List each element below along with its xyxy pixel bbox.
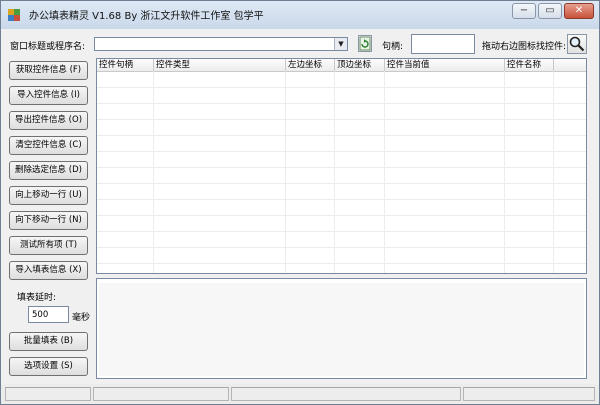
column-header-left[interactable]: 左边坐标 xyxy=(286,59,335,71)
get-control-info-button[interactable]: 获取控件信息 (F) xyxy=(9,61,88,80)
log-panel[interactable] xyxy=(96,278,587,379)
import-control-info-button[interactable]: 导入控件信息 (I) xyxy=(9,86,88,105)
row-divider xyxy=(97,215,586,216)
column-divider xyxy=(384,71,385,273)
app-logo-icon xyxy=(8,9,20,21)
fill-delay-value: 500 xyxy=(32,310,49,320)
column-divider xyxy=(153,71,154,273)
import-fill-info-button[interactable]: 导入填表信息 (X) xyxy=(9,261,88,280)
handle-label: 句柄: xyxy=(382,42,404,52)
status-segment-3 xyxy=(231,387,461,401)
row-divider xyxy=(97,231,586,232)
column-divider xyxy=(504,71,505,273)
column-header-handle[interactable]: 控件句柄 xyxy=(97,59,154,71)
window-title: 办公填表精灵 V1.68 By 浙江文升软件工作室 包学平 xyxy=(29,11,264,22)
control-info-table[interactable]: 控件句柄 控件类型 左边坐标 顶边坐标 控件当前值 控件名称 xyxy=(96,58,587,274)
status-segment-2 xyxy=(93,387,229,401)
fill-delay-label: 填表延时: xyxy=(17,293,57,303)
row-divider xyxy=(97,263,586,264)
clear-control-info-button[interactable]: 清空控件信息 (C) xyxy=(9,136,88,155)
log-panel-area xyxy=(99,283,584,376)
batch-fill-button[interactable]: 批量填表 (B) xyxy=(9,332,88,351)
column-divider xyxy=(334,71,335,273)
minimize-button[interactable]: − xyxy=(512,3,536,19)
row-divider xyxy=(97,151,586,152)
column-header-type[interactable]: 控件类型 xyxy=(154,59,286,71)
row-divider xyxy=(97,183,586,184)
row-divider xyxy=(97,167,586,168)
fill-delay-unit: 毫秒 xyxy=(72,313,91,323)
row-divider xyxy=(97,87,586,88)
row-divider xyxy=(97,199,586,200)
drag-finder-label: 拖动右边图标找控件: xyxy=(482,42,567,52)
row-divider xyxy=(97,135,586,136)
options-button[interactable]: 选项设置 (S) xyxy=(9,357,88,376)
row-divider xyxy=(97,247,586,248)
chevron-down-icon[interactable]: ▼ xyxy=(334,38,347,50)
finder-tool-button[interactable] xyxy=(567,34,587,54)
magnifier-icon xyxy=(569,36,585,52)
column-header-value[interactable]: 控件当前值 xyxy=(385,59,505,71)
move-up-button[interactable]: 向上移动一行 (U) xyxy=(9,186,88,205)
close-button[interactable]: ✕ xyxy=(564,3,594,19)
window-title-label: 窗口标题或程序名: xyxy=(10,42,86,52)
column-divider xyxy=(553,71,554,273)
refresh-icon xyxy=(359,36,371,51)
row-divider xyxy=(97,119,586,120)
table-header: 控件句柄 控件类型 左边坐标 顶边坐标 控件当前值 控件名称 xyxy=(97,59,586,72)
row-divider xyxy=(97,103,586,104)
delete-selected-button[interactable]: 删除选定信息 (D) xyxy=(9,161,88,180)
app-window: 办公填表精灵 V1.68 By 浙江文升软件工作室 包学平 − ▭ ✕ 窗口标题… xyxy=(0,0,600,405)
window-select-combo[interactable]: ▼ xyxy=(94,37,348,51)
column-divider xyxy=(285,71,286,273)
fill-delay-input[interactable]: 500 xyxy=(28,306,69,323)
test-all-button[interactable]: 测试所有项 (T) xyxy=(9,236,88,255)
title-bar[interactable]: 办公填表精灵 V1.68 By 浙江文升软件工作室 包学平 − ▭ ✕ xyxy=(1,1,599,29)
move-down-button[interactable]: 向下移动一行 (N) xyxy=(9,211,88,230)
status-segment-1 xyxy=(5,387,91,401)
maximize-button[interactable]: ▭ xyxy=(538,3,562,19)
refresh-button[interactable] xyxy=(358,35,372,52)
handle-input[interactable] xyxy=(411,34,475,54)
status-bar xyxy=(1,384,599,404)
export-control-info-button[interactable]: 导出控件信息 (O) xyxy=(9,111,88,130)
status-segment-4 xyxy=(463,387,595,401)
column-header-name[interactable]: 控件名称 xyxy=(505,59,554,71)
column-header-top[interactable]: 顶边坐标 xyxy=(335,59,385,71)
